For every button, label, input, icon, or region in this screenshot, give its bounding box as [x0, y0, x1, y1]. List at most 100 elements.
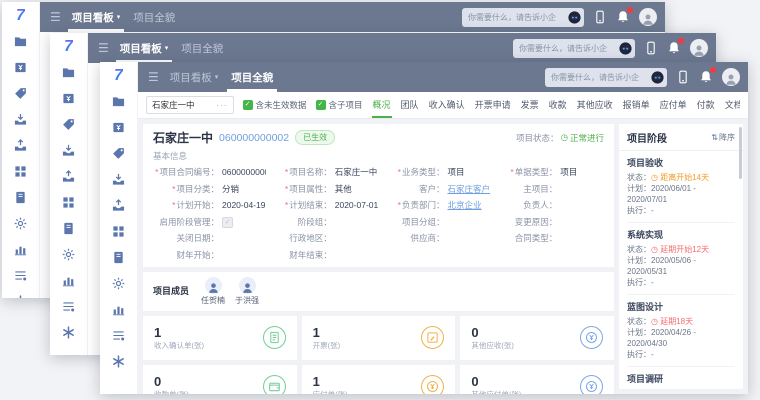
stat-card: 1 开票(张): [302, 316, 456, 360]
apps-icon[interactable]: [112, 225, 125, 238]
tab-item[interactable]: 报销单: [622, 92, 651, 118]
settings-icon[interactable]: [14, 217, 27, 230]
tag-icon[interactable]: [112, 147, 125, 160]
checkbox-include-inactive[interactable]: ✓ 含未生效数据: [243, 99, 307, 111]
apps-icon[interactable]: [14, 165, 27, 178]
info-field: *项目名称： 石家庄一中: [266, 166, 379, 178]
nav-project-overview[interactable]: 项目全貌: [179, 33, 225, 63]
info-field: *业务类型： 项目: [379, 166, 492, 178]
notebook-icon[interactable]: [112, 251, 125, 264]
assistant-search-input[interactable]: 你需要什么，请告诉小企: [462, 8, 584, 27]
report-icon[interactable]: [112, 329, 125, 342]
nav-project-overview[interactable]: 项目全貌: [131, 2, 177, 32]
scrollbar-thumb[interactable]: [739, 127, 742, 179]
bell-button[interactable]: [667, 41, 681, 55]
invoice-icon[interactable]: [14, 61, 27, 74]
tab-item[interactable]: 开票申请: [474, 92, 512, 118]
stage-item[interactable]: 系统实现 状态：◷ 延期开始12天 计划：2020/05/06 - 2020/0…: [627, 223, 735, 295]
nav-board-label: 项目看板: [72, 10, 114, 25]
assistant-search-input[interactable]: 你需要什么，请告诉小企: [545, 68, 667, 87]
misc-icon[interactable]: [112, 355, 125, 368]
stage-item[interactable]: 项目调研 状态：◷ 延期23天 计划：2020/04/19 - 执行：: [627, 367, 735, 389]
required-mark: *: [285, 167, 288, 177]
info-field: *单据类型： 项目: [491, 166, 604, 178]
report-icon[interactable]: [14, 269, 27, 282]
nav-overview-label: 项目全貌: [133, 10, 175, 25]
inbox-icon[interactable]: [112, 173, 125, 186]
menu-icon[interactable]: ☰: [98, 41, 109, 55]
tab-item[interactable]: 其他应收: [576, 92, 614, 118]
inbox-icon[interactable]: [62, 144, 75, 157]
chart-icon[interactable]: [62, 274, 75, 287]
chart-icon[interactable]: [14, 243, 27, 256]
member-item[interactable]: 任贺楠: [201, 277, 225, 306]
more-icon[interactable]: ···: [216, 100, 228, 110]
menu-icon[interactable]: ☰: [148, 70, 159, 84]
stage-item[interactable]: 蓝图设计 状态：◷ 延期18天 计划：2020/04/26 - 2020/04/…: [627, 295, 735, 367]
phone-icon[interactable]: [644, 41, 658, 55]
sidebar-icon-list: [14, 35, 27, 298]
invoice-icon[interactable]: [112, 121, 125, 134]
avatar[interactable]: [690, 39, 708, 57]
inbox-icon[interactable]: [14, 113, 27, 126]
tag-icon[interactable]: [62, 118, 75, 131]
stat-value: 1: [313, 325, 341, 340]
outbox-icon[interactable]: [112, 199, 125, 212]
outbox-icon[interactable]: [62, 170, 75, 183]
folder-icon[interactable]: [14, 35, 27, 48]
nav-project-overview[interactable]: 项目全貌: [229, 62, 275, 92]
avatar[interactable]: [722, 68, 740, 86]
notebook-icon[interactable]: [14, 191, 27, 204]
tag-icon[interactable]: [14, 87, 27, 100]
menu-icon[interactable]: ☰: [50, 10, 61, 24]
invoice-icon[interactable]: [62, 92, 75, 105]
outbox-icon[interactable]: [14, 139, 27, 152]
nav-project-board[interactable]: 项目看板 ▾: [118, 33, 171, 63]
stat-card: 0 收款单(张): [143, 365, 297, 395]
pen-icon: [426, 331, 439, 344]
tab-item[interactable]: 收款: [548, 92, 568, 118]
tab-item[interactable]: 文档: [724, 92, 740, 118]
settings-icon[interactable]: [62, 248, 75, 261]
apps-icon[interactable]: [62, 196, 75, 209]
tab-item[interactable]: 付款: [696, 92, 716, 118]
chevron-down-icon: ▾: [117, 13, 121, 21]
stat-card: 1 应付单(张): [302, 365, 456, 395]
project-filter-input[interactable]: 石家庄一中 ···: [146, 96, 234, 114]
stage-item[interactable]: 项目验收 状态：◷ 距离开始14天 计划：2020/06/01 - 2020/0…: [627, 151, 735, 223]
bell-button[interactable]: [699, 70, 713, 84]
tab-item[interactable]: 概况: [372, 92, 392, 118]
report-icon[interactable]: [62, 300, 75, 313]
member-icon: [207, 281, 220, 294]
checkbox-include-subprojects[interactable]: ✓ 含子项目: [316, 99, 363, 111]
chart-icon[interactable]: [112, 303, 125, 316]
coin-icon: [426, 380, 439, 393]
member-item[interactable]: 于洪强: [235, 277, 259, 306]
phone-icon[interactable]: [593, 10, 607, 24]
basic-info-grid: *项目合同编号： 060000000002 *项目名称： 石家庄一中 *业务类型…: [153, 166, 604, 261]
assistant-search-input[interactable]: 你需要什么，请告诉小企: [513, 39, 635, 58]
tab-item[interactable]: 团队: [400, 92, 420, 118]
member-icon: [241, 281, 254, 294]
nav-project-board[interactable]: 项目看板 ▾: [168, 62, 221, 92]
folder-icon[interactable]: [62, 66, 75, 79]
avatar[interactable]: [639, 8, 657, 26]
misc-icon[interactable]: [14, 295, 27, 298]
window-front: 7 ☰ 项目看板 ▾ 项目全貌 你需要什么，请告诉小企 石: [100, 62, 748, 394]
tab-item[interactable]: 应付单: [659, 92, 688, 118]
tab-item[interactable]: 收入确认: [428, 92, 466, 118]
sort-descending-button[interactable]: ⇅ 降序: [711, 132, 735, 143]
notebook-icon[interactable]: [62, 222, 75, 235]
nav-project-board[interactable]: 项目看板 ▾: [70, 2, 123, 32]
misc-icon[interactable]: [62, 326, 75, 339]
robot-icon: [568, 11, 581, 24]
top-bar: ☰ 项目看板 ▾ 项目全貌 你需要什么，请告诉小企: [138, 62, 748, 92]
tab-item[interactable]: 发票: [520, 92, 540, 118]
project-code-link[interactable]: 060000000002: [219, 132, 289, 144]
phone-icon[interactable]: [676, 70, 690, 84]
settings-icon[interactable]: [112, 277, 125, 290]
stat-value: 0: [471, 374, 521, 389]
members-list: 任贺楠 于洪强: [201, 277, 259, 306]
folder-icon[interactable]: [112, 95, 125, 108]
bell-button[interactable]: [616, 10, 630, 24]
